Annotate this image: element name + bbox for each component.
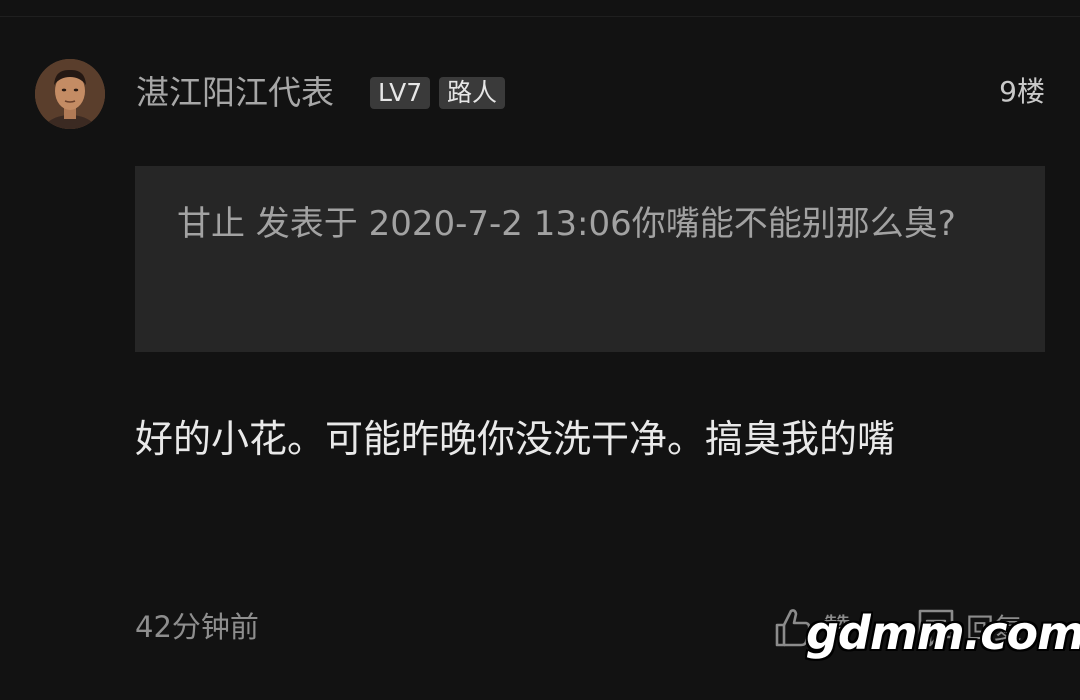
quoted-post-text: 甘止 发表于 2020-7-2 13:06你嘴能不能别那么臭?: [177, 204, 956, 244]
reply-label: 回复: [966, 612, 1023, 645]
avatar[interactable]: [35, 59, 105, 129]
username[interactable]: 湛江阳江代表: [136, 68, 334, 118]
like-label: 赞: [823, 612, 852, 645]
quoted-post[interactable]: 甘止 发表于 2020-7-2 13:06你嘴能不能别那么臭?: [135, 166, 1045, 352]
comment-icon: [916, 605, 956, 649]
floor-number: 9楼: [999, 75, 1045, 108]
reply-button[interactable]: 回复: [916, 602, 1022, 652]
post-time: 42分钟前: [135, 610, 259, 644]
like-button[interactable]: 赞: [773, 602, 851, 652]
comment-card: 湛江阳江代表 LV7 路人 9楼 甘止 发表于 2020-7-2 13:06你嘴…: [0, 0, 1080, 700]
title-badge: 路人: [439, 77, 506, 109]
top-divider: [0, 16, 1080, 17]
comment-text: 好的小花。可能昨晚你没洗干净。搞臭我的嘴: [135, 417, 896, 461]
level-badge: LV7: [370, 77, 431, 109]
thumbs-up-icon: [773, 605, 813, 649]
